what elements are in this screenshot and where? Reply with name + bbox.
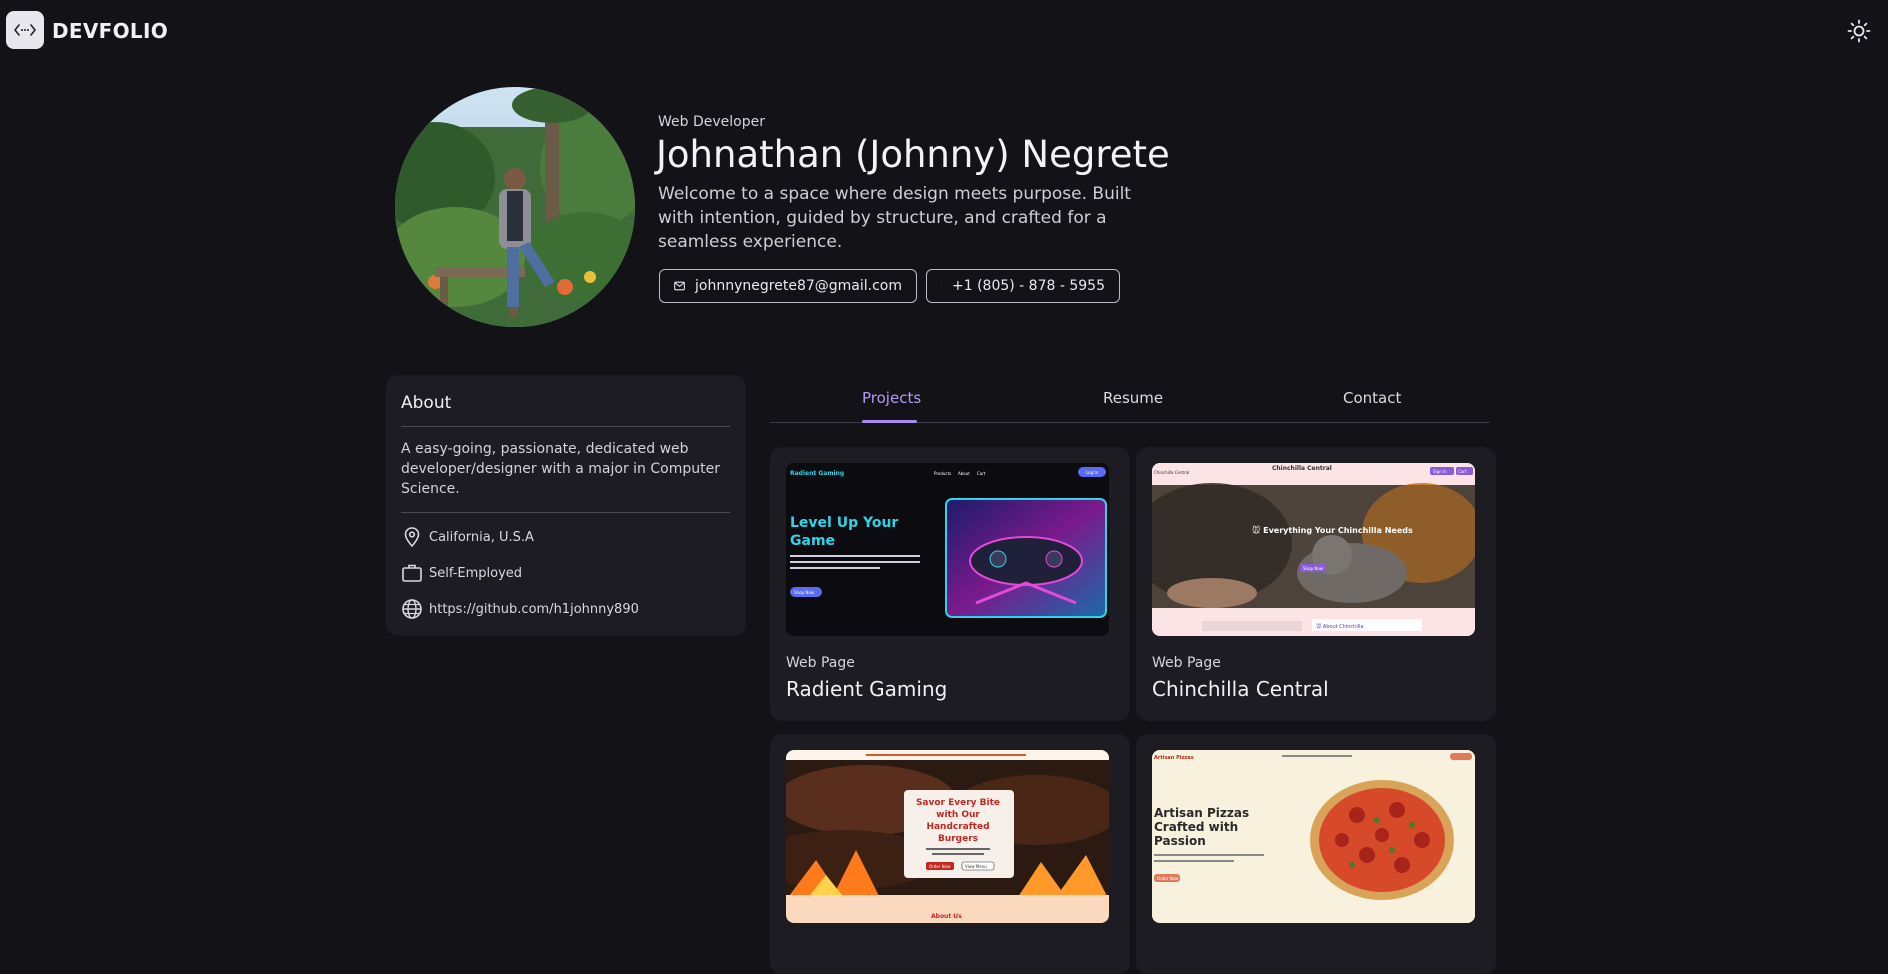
code-brackets-icon (14, 24, 36, 36)
svg-text:Burgers: Burgers (938, 834, 978, 844)
svg-text:Cart: Cart (1458, 469, 1467, 474)
mail-icon (674, 281, 685, 291)
project-thumbnail: Radient Gaming Products About Cart Log I… (786, 463, 1109, 636)
project-type: Web Page (1152, 655, 1221, 671)
svg-text:About: About (958, 471, 970, 476)
email-text: johnnynegrete87@gmail.com (695, 278, 902, 294)
svg-text:Handcrafted: Handcrafted (926, 822, 989, 832)
location-text: California, U.S.A (429, 529, 534, 545)
about-card: About A easy-going, passionate, dedicate… (386, 375, 746, 636)
project-card-chinchilla-central[interactable]: Chinchilla Central Chinchilla Central Si… (1136, 447, 1496, 721)
website-link[interactable]: https://github.com/h1johnny890 (429, 602, 639, 617)
svg-text:🐭 About Chinchilla: 🐭 About Chinchilla (1316, 623, 1364, 630)
profile-photo (395, 87, 635, 327)
project-thumbnail: Chinchilla Central Chinchilla Central Si… (1152, 463, 1475, 636)
svg-text:Order Now: Order Now (1157, 876, 1179, 881)
svg-text:Log In: Log In (1086, 470, 1099, 475)
project-title: Radient Gaming (786, 677, 948, 701)
section-tabs: Projects Resume Contact (770, 385, 1490, 423)
person-name: Johnathan (Johnny) Negrete (656, 133, 1170, 176)
phone-icon (941, 285, 942, 287)
map-pin-icon (404, 527, 420, 548)
theme-toggle-button[interactable] (1846, 18, 1872, 44)
tab-projects[interactable]: Projects (862, 389, 921, 407)
project-card-radient-gaming[interactable]: Radient Gaming Products About Cart Log I… (770, 447, 1130, 721)
svg-text:Cart: Cart (977, 471, 986, 476)
thumb-headline: 🐭 Everything Your Chinchilla Needs (1252, 525, 1413, 535)
svg-text:Chinchilla Central: Chinchilla Central (1154, 470, 1189, 475)
divider (401, 512, 730, 513)
job-title: Web Developer (658, 114, 765, 130)
employment-text: Self-Employed (429, 565, 523, 581)
globe-icon (402, 599, 422, 619)
thumb-brand: Artisan Pizzas (1154, 755, 1194, 761)
svg-text:Shop Now: Shop Now (794, 590, 815, 595)
tab-contact[interactable]: Contact (1343, 389, 1401, 407)
svg-text:Level Up Your: Level Up Your (790, 515, 898, 531)
svg-text:Sign In: Sign In (1433, 469, 1447, 474)
project-thumbnail: Artisan Pizzas Artisan Pizzas Crafted wi… (1152, 750, 1475, 923)
svg-text:About Us: About Us (931, 913, 962, 920)
svg-text:Crafted with: Crafted with (1154, 820, 1238, 834)
brand-name[interactable]: DEVFOLIO (52, 19, 168, 43)
project-card-burgers[interactable]: About Us Savor Every Bite with Our Handc… (770, 734, 1130, 974)
location-row: California, U.S.A (401, 526, 534, 548)
tab-resume[interactable]: Resume (1103, 389, 1163, 407)
briefcase-icon (402, 564, 422, 582)
svg-text:View Menu: View Menu (965, 864, 987, 869)
svg-text:Order Now: Order Now (929, 864, 951, 869)
top-bar: DEVFOLIO (0, 0, 1888, 62)
website-row[interactable]: https://github.com/h1johnny890 (401, 598, 639, 620)
project-thumbnail: About Us Savor Every Bite with Our Handc… (786, 750, 1109, 923)
about-title: About (401, 393, 452, 413)
svg-text:with Our: with Our (936, 810, 980, 820)
intro-text: Welcome to a space where design meets pu… (658, 184, 1131, 252)
about-description: A easy-going, passionate, dedicated web … (401, 441, 720, 497)
svg-text:Passion: Passion (1154, 834, 1206, 848)
svg-text:Shop Now: Shop Now (1303, 566, 1324, 571)
phone-button[interactable]: +1 (805) - 878 - 5955 (926, 269, 1120, 303)
sun-icon (1847, 19, 1871, 43)
email-button[interactable]: johnnynegrete87@gmail.com (659, 269, 917, 303)
active-tab-indicator (862, 420, 917, 423)
thumb-brand: Chinchilla Central (1272, 465, 1332, 472)
project-card-pizzas[interactable]: Artisan Pizzas Artisan Pizzas Crafted wi… (1136, 734, 1496, 974)
employment-row: Self-Employed (401, 562, 522, 584)
svg-text:Artisan Pizzas: Artisan Pizzas (1154, 806, 1249, 820)
phone-text: +1 (805) - 878 - 5955 (952, 278, 1105, 294)
project-title: Chinchilla Central (1152, 677, 1329, 701)
thumb-brand: Radient Gaming (790, 470, 844, 477)
divider (401, 426, 730, 427)
svg-text:Savor Every Bite: Savor Every Bite (916, 798, 1000, 808)
project-type: Web Page (786, 655, 855, 671)
thumb-nav: Products (934, 471, 951, 476)
svg-text:Game: Game (790, 533, 835, 549)
logo-badge[interactable] (6, 11, 44, 49)
